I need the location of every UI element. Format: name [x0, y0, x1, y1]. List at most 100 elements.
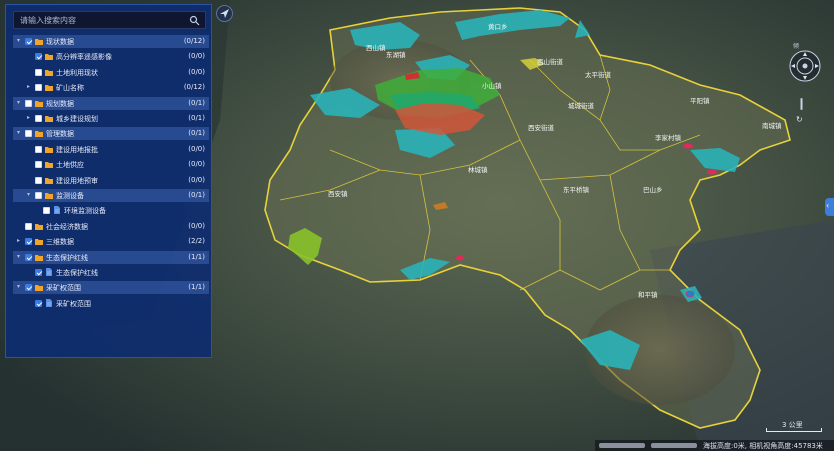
- layer-label: 土地利用现状: [56, 68, 98, 77]
- chevron-right-icon[interactable]: ▸: [27, 115, 33, 121]
- layer-count: (0/0): [188, 175, 205, 184]
- folder-icon: [45, 177, 53, 184]
- expand-right-panel-button[interactable]: ‹: [825, 198, 834, 216]
- map-label: 李家村镇: [655, 133, 682, 142]
- map-label: 西山镇: [366, 43, 386, 52]
- layer-checkbox[interactable]: [35, 161, 42, 169]
- folder-icon: [35, 223, 43, 230]
- layer-row[interactable]: 生态保护红线: [13, 266, 209, 279]
- locate-button[interactable]: [216, 5, 233, 22]
- folder-icon: [45, 54, 53, 61]
- chevron-down-icon[interactable]: ▾: [17, 284, 23, 290]
- chevron-down-icon[interactable]: ▾: [17, 253, 23, 260]
- chevron-right-icon[interactable]: ▸: [17, 238, 23, 244]
- layer-count: (0/0): [188, 67, 205, 76]
- folder-icon: [45, 162, 53, 169]
- layer-checkbox[interactable]: [25, 222, 32, 230]
- altitude-readout: 海拔高度:0米, 相机视角高度:45783米: [703, 442, 823, 450]
- layer-checkbox[interactable]: [35, 115, 42, 122]
- map-label: 西安镇: [328, 189, 348, 198]
- chevron-right-icon[interactable]: ▸: [27, 84, 33, 90]
- layer-count: (0/0): [188, 221, 205, 230]
- layer-count: (0/0): [188, 52, 205, 61]
- layer-label: 采矿权范围: [46, 284, 81, 293]
- layer-checkbox[interactable]: [25, 99, 32, 107]
- map-viewer[interactable]: 黄口乡 西山街道 太平街道 小山镇 城城街道 平阳镇 李家村镇 南城镇 西安镇 …: [0, 0, 834, 451]
- layer-checkbox[interactable]: [25, 238, 32, 246]
- layer-label: 高分辨率遥感影像: [56, 53, 112, 62]
- layer-checkbox[interactable]: [25, 38, 32, 45]
- layer-row[interactable]: 土地供应 (0/0): [13, 158, 209, 171]
- layer-checkbox[interactable]: [35, 176, 42, 184]
- layer-row[interactable]: ▸ 城乡建设规划 (0/1): [13, 112, 209, 125]
- layer-label: 建设用地报批: [56, 145, 98, 154]
- status-bar: 海拔高度:0米, 相机视角高度:45783米: [595, 440, 834, 451]
- folder-icon: [45, 69, 53, 76]
- map-label: 西山街道: [537, 57, 564, 66]
- layer-label: 城乡建设规划: [56, 115, 98, 123]
- scale-bar-line: [766, 428, 822, 432]
- map-label: 东平桥镇: [563, 185, 590, 194]
- layer-label: 监测设备: [56, 192, 84, 200]
- layer-checkbox[interactable]: [35, 145, 42, 153]
- coordinate-placeholder: [599, 443, 645, 448]
- layer-count: (2/2): [188, 237, 205, 246]
- layer-row[interactable]: ▾ 采矿权范围 (1/1): [13, 281, 209, 295]
- layer-label: 矿山名称: [56, 84, 84, 93]
- layer-row[interactable]: ▾ 规划数据 (0/1): [13, 96, 209, 110]
- folder-icon: [35, 239, 43, 246]
- layer-count: (0/12): [183, 37, 205, 45]
- layer-row[interactable]: 建设用地预审 (0/0): [13, 174, 209, 187]
- layer-checkbox[interactable]: [35, 68, 42, 76]
- layer-row[interactable]: ▸ 三维数据 (2/2): [13, 235, 209, 248]
- layer-checkbox[interactable]: [25, 284, 32, 292]
- chevron-left-icon: ‹: [826, 201, 830, 210]
- layer-checkbox[interactable]: [43, 207, 50, 215]
- layer-row[interactable]: ▸ 矿山名称 (0/12): [13, 81, 209, 94]
- layer-count: (0/1): [188, 129, 205, 138]
- chevron-down-icon[interactable]: ▾: [17, 130, 23, 136]
- compass-control[interactable]: [788, 49, 822, 83]
- layer-checkbox[interactable]: [35, 192, 42, 199]
- folder-icon: [35, 100, 43, 107]
- folder-icon: [45, 193, 53, 199]
- map-label: 平阳镇: [690, 96, 710, 105]
- folder-icon: [35, 39, 43, 45]
- reset-view-button[interactable]: ↻: [796, 115, 806, 125]
- layer-row[interactable]: 社会经济数据 (0/0): [13, 220, 209, 233]
- water-marker[interactable]: [685, 290, 695, 298]
- search-box[interactable]: [13, 11, 206, 29]
- map-label: 太平街道: [585, 70, 612, 79]
- layer-label: 三维数据: [46, 238, 74, 247]
- layer-checkbox[interactable]: [35, 299, 42, 307]
- search-icon[interactable]: [189, 15, 200, 26]
- chevron-down-icon[interactable]: ▾: [17, 99, 23, 106]
- layer-row[interactable]: ▾ 现状数据 (0/12): [13, 35, 209, 48]
- search-input[interactable]: [20, 14, 185, 27]
- layer-row[interactable]: 建设用地报批 (0/0): [13, 143, 209, 156]
- layer-row[interactable]: ▾ 生态保护红线 (1/1): [13, 250, 209, 264]
- layer-row[interactable]: ▾ 管理数据 (0/1): [13, 127, 209, 141]
- layer-count: (0/1): [188, 114, 205, 122]
- layer-row[interactable]: ▾ 监测设备 (0/1): [13, 189, 209, 202]
- layer-row[interactable]: 采矿权范围: [13, 297, 209, 310]
- chevron-down-icon[interactable]: ▾: [17, 38, 23, 44]
- folder-icon: [45, 85, 53, 92]
- zoom-slider[interactable]: [800, 98, 803, 110]
- folder-icon: [45, 146, 53, 153]
- coordinate-placeholder: [651, 443, 697, 448]
- chevron-down-icon[interactable]: ▾: [27, 192, 33, 198]
- layer-checkbox[interactable]: [25, 130, 32, 138]
- map-label: 南城镇: [762, 121, 782, 130]
- folder-icon: [35, 131, 43, 138]
- layer-checkbox[interactable]: [25, 253, 32, 261]
- layer-checkbox[interactable]: [35, 84, 42, 92]
- layer-checkbox[interactable]: [35, 269, 42, 276]
- layer-checkbox[interactable]: [35, 53, 42, 61]
- folder-icon: [45, 116, 53, 122]
- layer-label: 管理数据: [46, 130, 74, 139]
- map-label: 巴山乡: [643, 185, 663, 194]
- layer-row[interactable]: 环境监测设备: [13, 204, 209, 217]
- layer-row[interactable]: 高分辨率遥感影像 (0/0): [13, 50, 209, 63]
- layer-row[interactable]: 土地利用现状 (0/0): [13, 66, 209, 79]
